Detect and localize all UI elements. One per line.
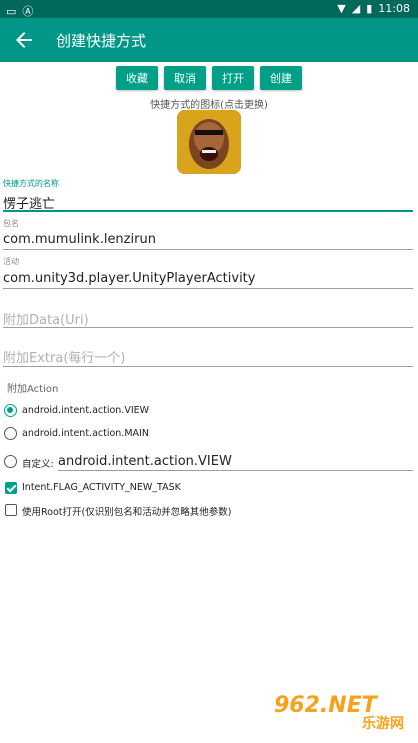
- package-input[interactable]: com.mumulink.lenzirun: [3, 232, 156, 247]
- extra-input[interactable]: 附加Extra(每行一个): [3, 347, 125, 366]
- activity-label: 活动: [3, 257, 19, 266]
- signal-icon: ◢: [351, 2, 361, 15]
- battery-icon: ▮: [366, 2, 373, 15]
- status-time: 11:08: [378, 2, 410, 15]
- cancel-button[interactable]: 取消: [164, 66, 206, 90]
- shortcut-name-underline: [3, 210, 413, 212]
- face-icon: [177, 110, 241, 174]
- custom-action-underline: [58, 470, 413, 471]
- action-buttons: 收藏 取消 打开 创建: [0, 66, 418, 90]
- watermark-logo: 962.NET 乐游网: [274, 693, 404, 733]
- action-view-label[interactable]: android.intent.action.VIEW: [22, 405, 149, 416]
- collect-button[interactable]: 收藏: [116, 66, 158, 90]
- package-label: 包名: [3, 219, 19, 228]
- page-title: 创建快捷方式: [56, 32, 147, 50]
- app-bar: 创建快捷方式: [0, 18, 418, 62]
- action-main-label[interactable]: android.intent.action.MAIN: [22, 428, 149, 439]
- radio-action-view[interactable]: [4, 404, 17, 417]
- shortcut-name-label: 快捷方式的名称: [3, 179, 59, 188]
- app-icon[interactable]: [177, 110, 241, 174]
- activity-input[interactable]: com.unity3d.player.UnityPlayerActivity: [3, 271, 255, 286]
- notification-a-icon: Ⓐ: [22, 5, 34, 18]
- radio-action-custom[interactable]: [4, 455, 17, 468]
- custom-action-input[interactable]: android.intent.action.VIEW: [58, 454, 232, 469]
- open-button[interactable]: 打开: [212, 66, 254, 90]
- extra-underline: [3, 366, 413, 367]
- action-section-title: 附加Action: [7, 384, 59, 395]
- package-underline: [3, 249, 413, 250]
- root-label[interactable]: 使用Root打开(仅识别包名和活动并忽略其他参数): [22, 504, 231, 518]
- data-uri-underline: [3, 327, 413, 328]
- activity-underline: [3, 288, 413, 289]
- icon-hint: 快捷方式的图标(点击更换): [150, 100, 268, 111]
- new-task-label[interactable]: Intent.FLAG_ACTIVITY_NEW_TASK: [22, 482, 181, 493]
- checkbox-new-task[interactable]: [5, 482, 17, 494]
- wifi-icon: ▼: [337, 2, 346, 15]
- status-bar: ▭ Ⓐ ▼ ◢ ▮ 11:08: [0, 0, 418, 18]
- gallery-icon: ▭: [6, 4, 17, 18]
- create-button[interactable]: 创建: [260, 66, 302, 90]
- action-custom-label[interactable]: 自定义:: [22, 456, 54, 470]
- watermark-cn: 乐游网: [362, 716, 404, 732]
- back-arrow-icon[interactable]: [12, 28, 36, 52]
- data-uri-input[interactable]: 附加Data(Uri): [3, 309, 89, 328]
- radio-action-main[interactable]: [4, 427, 17, 440]
- checkbox-root[interactable]: [5, 504, 17, 516]
